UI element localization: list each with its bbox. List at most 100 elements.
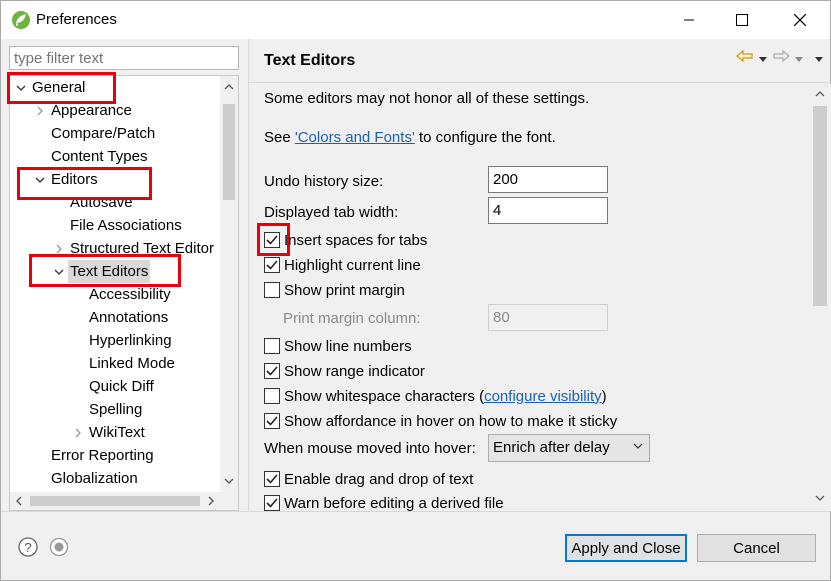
help-icon[interactable]: ?: [18, 537, 38, 557]
whitespace-label: Show whitespace characters (: [284, 387, 485, 405]
warn-derived-checkbox[interactable]: [264, 495, 280, 511]
range-indicator-option[interactable]: Show range indicator: [264, 361, 425, 381]
see-prefix: See: [264, 129, 295, 146]
record-macro-icon[interactable]: [49, 537, 69, 557]
maximize-icon: [736, 14, 748, 26]
undo-history-label: Undo history size:: [264, 173, 384, 190]
tree-item-error-reporting[interactable]: Error Reporting: [10, 444, 220, 467]
tree-item-label: Compare/Patch: [51, 125, 156, 142]
range-indicator-label: Show range indicator: [284, 362, 425, 380]
cancel-button[interactable]: Cancel: [697, 534, 816, 562]
scroll-down-icon[interactable]: [220, 472, 238, 490]
back-menu-chevron-down-icon[interactable]: [758, 50, 768, 67]
insert-spaces-checkbox[interactable]: [264, 232, 280, 248]
tree-item-wikitext[interactable]: WikiText: [10, 421, 220, 444]
line-numbers-option[interactable]: Show line numbers: [264, 336, 412, 356]
chevron-right-icon[interactable]: [71, 421, 85, 444]
warn-derived-option[interactable]: Warn before editing a derived file: [264, 493, 504, 511]
tree-item-quick-diff[interactable]: Quick Diff: [10, 375, 220, 398]
minimize-icon: [684, 19, 694, 21]
print-margin-option[interactable]: Show print margin: [264, 280, 405, 300]
highlight-box-text-editors: [29, 254, 181, 287]
tree-scroll-thumb[interactable]: [223, 104, 235, 200]
checkmark-icon: [266, 235, 278, 245]
preferences-window: Preferences GeneralAppearanceCompare/Pat…: [0, 0, 831, 581]
print-margin-column-label: Print margin column:: [283, 310, 421, 327]
chevron-down-icon: [633, 443, 643, 449]
svg-text:?: ?: [24, 540, 31, 555]
tree-item-label: Globalization: [51, 470, 138, 487]
scroll-left-icon[interactable]: [10, 492, 28, 510]
tree-item-label: File Associations: [70, 217, 182, 234]
tree-hscroll-thumb[interactable]: [30, 496, 200, 506]
tree-item-annotations[interactable]: Annotations: [10, 306, 220, 329]
page-scroll-thumb[interactable]: [813, 106, 827, 306]
tree-vertical-scrollbar[interactable]: [220, 76, 238, 494]
highlight-line-checkbox[interactable]: [264, 257, 280, 273]
tree-item-label: Content Types: [51, 148, 148, 165]
hover-label: When mouse moved into hover:: [264, 440, 476, 457]
preference-page: Text Editors Some editors may not honor …: [248, 39, 831, 511]
whitespace-checkbox[interactable]: [264, 388, 280, 404]
preferences-tree: General Appearance Compare/Patch Content Ty…: [9, 75, 239, 511]
tree-horizontal-scrollbar[interactable]: [10, 492, 238, 510]
view-menu-chevron-down-icon[interactable]: [814, 50, 824, 67]
insert-spaces-option[interactable]: Insert spaces for tabs: [264, 230, 427, 250]
drag-drop-checkbox[interactable]: [264, 471, 280, 487]
highlight-line-option[interactable]: Highlight current line: [264, 255, 421, 275]
tree-item-globalization[interactable]: Globalization: [10, 467, 220, 490]
tree-item-hyperlinking[interactable]: Hyperlinking: [10, 329, 220, 352]
range-indicator-checkbox[interactable]: [264, 363, 280, 379]
drag-drop-label: Enable drag and drop of text: [284, 470, 474, 488]
tree-item-file-associations[interactable]: File Associations: [10, 214, 220, 237]
tree-item-content-types[interactable]: Content Types: [10, 145, 220, 168]
minimize-button[interactable]: [666, 1, 712, 39]
insert-spaces-label: Insert spaces for tabs: [284, 231, 428, 249]
scroll-right-icon[interactable]: [202, 492, 220, 510]
print-margin-checkbox[interactable]: [264, 282, 280, 298]
affordance-label: Show affordance in hover on how to make …: [284, 412, 618, 430]
tree-item-label: Quick Diff: [89, 378, 154, 395]
settings-note: Some editors may not honor all of these …: [264, 90, 590, 107]
maximize-button[interactable]: [719, 1, 765, 39]
configure-visibility-link[interactable]: configure visibility: [484, 388, 602, 405]
hover-select[interactable]: Enrich after delay: [488, 434, 650, 462]
tree-item-label: Annotations: [89, 309, 169, 326]
font-config-line: See 'Colors and Fonts' to configure the …: [264, 129, 556, 146]
page-vertical-scrollbar[interactable]: [807, 84, 831, 511]
scroll-up-icon[interactable]: [220, 78, 238, 96]
window-title: Preferences: [36, 11, 117, 28]
checkmark-icon: [266, 498, 278, 508]
tree-item-spelling[interactable]: Spelling: [10, 398, 220, 421]
tab-width-input[interactable]: 4: [488, 197, 608, 224]
affordance-checkbox[interactable]: [264, 413, 280, 429]
page-scroll-up-icon[interactable]: [811, 85, 829, 103]
colors-fonts-link[interactable]: 'Colors and Fonts': [295, 129, 415, 146]
page-content: Some editors may not honor all of these …: [249, 84, 831, 511]
highlight-box-editors: [17, 167, 152, 200]
tree-item-compare-patch[interactable]: Compare/Patch: [10, 122, 220, 145]
line-numbers-checkbox[interactable]: [264, 338, 280, 354]
drag-drop-option[interactable]: Enable drag and drop of text: [264, 469, 473, 489]
page-header: Text Editors: [249, 39, 831, 83]
affordance-option[interactable]: Show affordance in hover on how to make …: [264, 411, 617, 431]
page-navigation: [736, 49, 824, 67]
filter-input[interactable]: [9, 46, 239, 70]
apply-and-close-button[interactable]: Apply and Close: [565, 534, 687, 562]
highlight-line-label: Highlight current line: [284, 256, 421, 274]
forward-menu-chevron-down-icon[interactable]: [794, 50, 804, 67]
page-scroll-down-icon[interactable]: [811, 489, 829, 507]
page-title: Text Editors: [264, 52, 356, 69]
close-icon: [794, 14, 806, 26]
tree-item-label: Spelling: [89, 401, 143, 418]
whitespace-option[interactable]: Show whitespace characters (configure vi…: [264, 386, 607, 406]
tree-item-label: Linked Mode: [89, 355, 175, 372]
footer-separator: [1, 511, 830, 512]
back-arrow-icon[interactable]: [736, 49, 754, 67]
tree-item-linked-mode[interactable]: Linked Mode: [10, 352, 220, 375]
close-button[interactable]: [777, 1, 823, 39]
forward-arrow-icon[interactable]: [772, 49, 790, 67]
undo-history-input[interactable]: 200: [488, 166, 608, 193]
print-margin-label: Show print margin: [284, 281, 405, 299]
whitespace-close-paren: ): [601, 387, 607, 405]
